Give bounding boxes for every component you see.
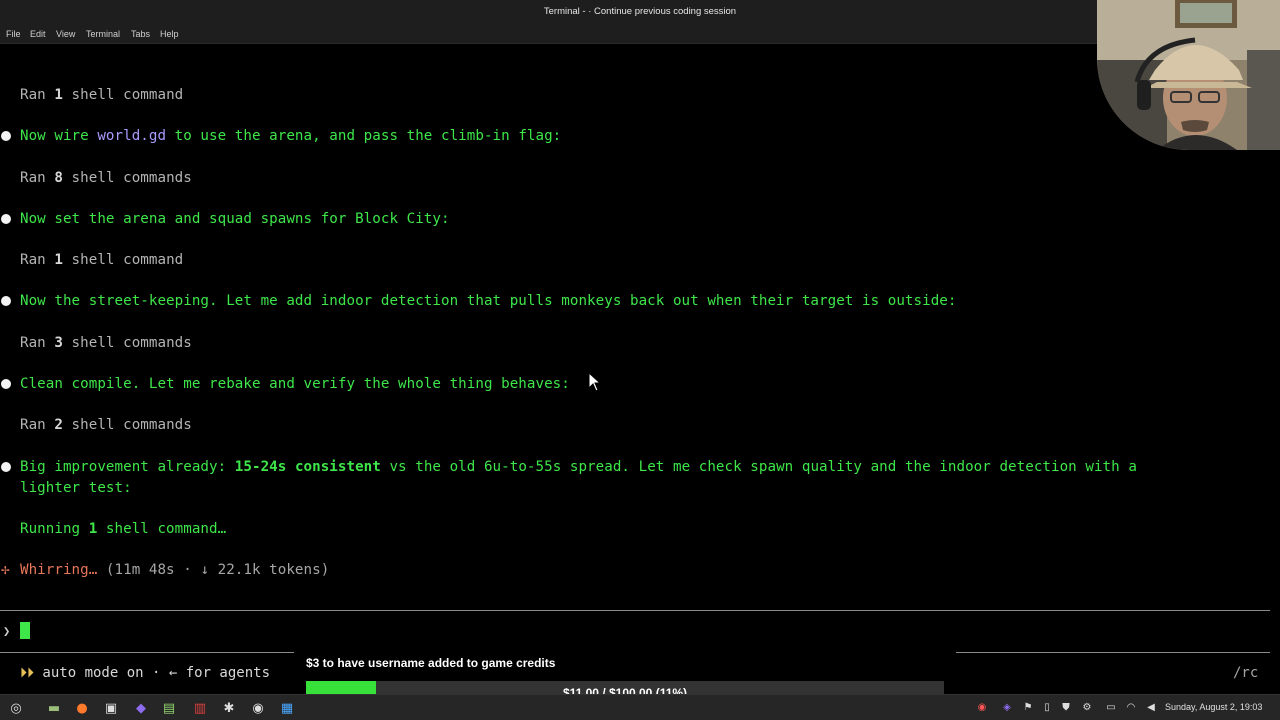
obsidian-icon[interactable]: ◆ xyxy=(131,698,151,718)
divider xyxy=(0,610,1270,611)
files-icon[interactable]: ▬ xyxy=(44,698,64,718)
volume-icon[interactable]: ◀ xyxy=(1144,700,1158,714)
menu-bar: File Edit View Terminal Tabs Help xyxy=(0,24,1280,44)
prompt-input[interactable] xyxy=(20,622,30,639)
bullet-icon xyxy=(1,214,11,224)
mouse-pointer-icon xyxy=(588,372,602,392)
assistant-message: Now wire world.gd to use the arena, and … xyxy=(20,128,562,144)
assistant-message: Now set the arena and squad spawns for B… xyxy=(20,211,450,227)
menu-help[interactable]: Help xyxy=(160,29,179,39)
prompt-icon: ❯ xyxy=(3,624,11,638)
bullet-icon xyxy=(1,131,11,141)
tool-summary: Ran 2 shell commands xyxy=(20,417,192,433)
tool-summary: Ran 3 shell commands xyxy=(20,335,192,351)
menu-icon[interactable]: ◎ xyxy=(6,698,26,718)
donation-title: $3 to have username added to game credit… xyxy=(306,656,556,670)
menu-tabs[interactable]: Tabs xyxy=(131,29,150,39)
mode-indicator: ⏵⏵ auto mode on · ← for agents xyxy=(20,665,271,681)
app-icon[interactable]: ▤ xyxy=(159,698,179,718)
security-icon[interactable]: ⚑ xyxy=(1021,700,1035,714)
tool-summary: Ran 8 shell commands xyxy=(20,170,192,186)
assistant-message-continued: lighter test: xyxy=(20,480,132,496)
assistant-message: Big improvement already: 15-24s consiste… xyxy=(20,459,1137,475)
discord-icon[interactable]: ◈ xyxy=(1000,700,1014,714)
status-meta: (11m 48s · ↓ 22.1k tokens) xyxy=(97,562,330,578)
bullet-icon xyxy=(1,462,11,472)
network-icon[interactable]: ◠ xyxy=(1124,700,1138,714)
pdf-icon[interactable]: ▥ xyxy=(190,698,210,718)
menu-file[interactable]: File xyxy=(6,29,21,39)
tool-summary: Ran 1 shell command xyxy=(20,87,184,103)
shield-icon[interactable]: ⛊ xyxy=(1059,700,1073,714)
taskbar: ◎ ▬ ● ▣ ◆ ▤ ▥ ✱ ◉ ▦ ◉ ◈ ⚑ ▯ ⛊ ⚙ ▭ ◠ ◀ Su… xyxy=(0,694,1280,720)
display-icon[interactable]: ▭ xyxy=(1104,700,1118,714)
update-icon[interactable]: ⚙ xyxy=(1080,700,1094,714)
spinner-icon: ✢ xyxy=(1,562,10,578)
firefox-icon[interactable]: ● xyxy=(72,698,92,718)
assistant-message: Clean compile. Let me rebake and verify … xyxy=(20,376,570,392)
fast-forward-icon: ⏵⏵ xyxy=(20,665,34,681)
app2-icon[interactable]: ▦ xyxy=(277,698,297,718)
window-title: Terminal - · Continue previous coding se… xyxy=(543,6,737,17)
menu-view[interactable]: View xyxy=(56,29,75,39)
chrome-icon[interactable]: ◉ xyxy=(248,698,268,718)
rc-indicator: /rc xyxy=(1233,665,1259,681)
tool-summary: Ran 1 shell command xyxy=(20,252,184,268)
menu-edit[interactable]: Edit xyxy=(30,29,46,39)
bullet-icon xyxy=(1,296,11,306)
clipboard-icon[interactable]: ▯ xyxy=(1040,700,1054,714)
assistant-message: Now the street-keeping. Let me add indoo… xyxy=(20,293,957,309)
title-bar: Terminal - · Continue previous coding se… xyxy=(0,0,1280,24)
terminal-icon[interactable]: ▣ xyxy=(101,698,121,718)
status-line: ✢ Whirring… (11m 48s · ↓ 22.1k tokens) xyxy=(1,561,330,579)
menu-terminal[interactable]: Terminal xyxy=(86,29,120,39)
status-word: Whirring… xyxy=(20,562,98,578)
record-icon[interactable]: ◉ xyxy=(975,700,989,714)
settings-icon[interactable]: ✱ xyxy=(219,698,239,718)
running-command: Running 1 shell command… xyxy=(20,521,227,537)
clock: Sunday, August 2, 19:03 xyxy=(1165,702,1263,712)
bullet-icon xyxy=(1,379,11,389)
